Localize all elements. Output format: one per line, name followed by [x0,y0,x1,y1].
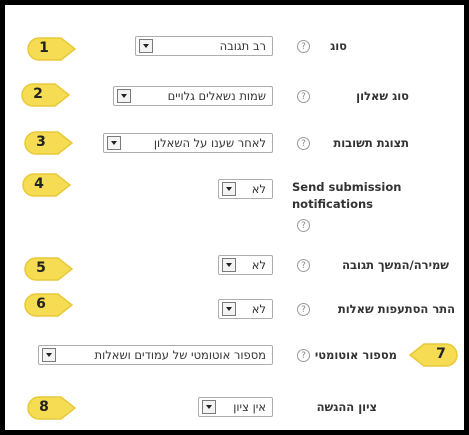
dropdown-arrow-icon [222,182,236,196]
settings-panel [5,5,464,430]
save-resume-label: שמירה/המשך תגובה [342,258,449,272]
notifications-label-line2: notifications [292,197,373,211]
help-icon[interactable]: ? [297,349,310,362]
callout-badge-5: 5 [24,256,74,282]
callout-badge-2: 2 [21,82,71,108]
notifications-select[interactable]: לא [218,179,273,199]
save-resume-select[interactable]: לא [218,255,273,275]
show-responses-select[interactable]: לאחר שענו על השאלון [103,133,273,153]
help-icon[interactable]: ? [297,40,310,53]
callout-badge-1: 1 [27,36,77,62]
type-label: סוג [330,39,347,53]
survey-type-label: סוג שאלון [356,89,409,103]
callout-badge-6: 6 [24,292,74,318]
type-select[interactable]: רב תגובה [135,36,273,56]
help-icon[interactable]: ? [297,90,310,103]
dropdown-arrow-icon [222,302,236,316]
notifications-label-line1: Send submission [292,180,402,194]
help-icon[interactable]: ? [297,259,310,272]
dropdown-arrow-icon [222,258,236,272]
dropdown-arrow-icon [42,348,56,362]
help-icon[interactable]: ? [297,137,310,150]
callout-badge-8: 8 [27,395,77,421]
show-responses-label: תצוגת תשובות [333,136,409,150]
callout-badge-3: 3 [24,130,74,156]
allow-branching-label: התר הסתעפות שאלות [337,302,455,316]
callout-badge-4: 4 [22,172,72,198]
grade-select[interactable]: אין ציון [198,397,273,417]
dropdown-arrow-icon [107,136,121,150]
dropdown-arrow-icon [139,39,153,53]
grade-label: ציון ההגשה [316,400,377,414]
dropdown-arrow-icon [202,400,216,414]
survey-type-select[interactable]: שמות נשאלים גלויים [113,86,273,106]
auto-numbering-select[interactable]: מספור אוטומטי של עמודים ושאלות [38,345,273,365]
allow-branching-select[interactable]: לא [218,299,273,319]
auto-numbering-label: מספור אוטומטי [314,348,397,362]
help-icon[interactable]: ? [297,219,310,232]
dropdown-arrow-icon [117,89,131,103]
callout-badge-7: 7 [408,342,458,368]
help-icon[interactable]: ? [297,303,310,316]
